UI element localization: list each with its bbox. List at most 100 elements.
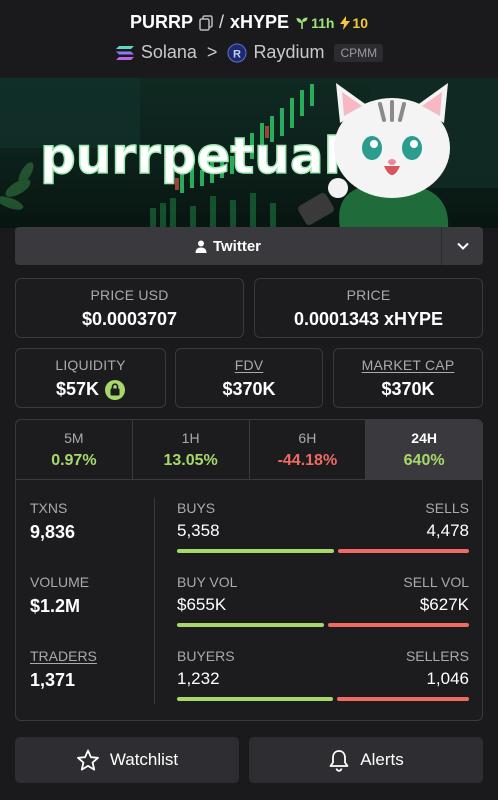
star-icon bbox=[76, 749, 99, 770]
liquidity-card: LIQUIDITY $57K bbox=[15, 348, 166, 408]
traders-label: TRADERS bbox=[30, 648, 97, 664]
price-usd-label: PRICE USD bbox=[90, 287, 169, 303]
txns-value: 9,836 bbox=[30, 522, 76, 542]
buys-sells-bar bbox=[177, 549, 469, 553]
alerts-label: Alerts bbox=[360, 750, 404, 769]
more-links-toggle[interactable] bbox=[441, 227, 483, 265]
twitter-label: Twitter bbox=[212, 237, 262, 255]
traders-bar bbox=[177, 697, 469, 701]
lightning-icon bbox=[340, 15, 351, 30]
svg-text:R: R bbox=[233, 48, 241, 60]
buyers-value: 1,232 bbox=[177, 669, 220, 688]
tab-5m-label: 5M bbox=[64, 430, 84, 446]
pair-header: PURRP / xHYPE 11h 10 Solana > R Raydium … bbox=[0, 0, 498, 78]
base-token-symbol: PURRP bbox=[130, 12, 194, 32]
sell-vol-label: SELL VOL bbox=[403, 574, 469, 590]
chevron-down-icon bbox=[456, 242, 469, 250]
buys-value: 5,358 bbox=[177, 521, 220, 540]
user-icon bbox=[195, 240, 207, 253]
trading-stats-panel: 5M 0.97% 1H 13.05% 6H -44.18% 24H 640% T… bbox=[15, 419, 483, 721]
pair-separator: / bbox=[219, 12, 225, 32]
liquidity-label: LIQUIDITY bbox=[55, 357, 126, 373]
bell-icon bbox=[329, 749, 349, 772]
tab-5m-change: 0.97% bbox=[51, 452, 97, 469]
dex-name[interactable]: Raydium bbox=[253, 42, 324, 63]
tab-24h-change: 640% bbox=[403, 452, 445, 469]
market-cap-card[interactable]: MARKET CAP $370K bbox=[333, 348, 483, 408]
boost-count: 10 bbox=[352, 14, 368, 31]
raydium-icon: R bbox=[227, 43, 247, 62]
timeframe-tabs: 5M 0.97% 1H 13.05% 6H -44.18% 24H 640% bbox=[16, 420, 482, 480]
liquidity-value-row: $57K bbox=[16, 379, 165, 400]
tab-6h-change: -44.18% bbox=[277, 452, 338, 469]
metrics-grid: TXNS 9,836 VOLUME $1.2M TRADERS 1,371 BU… bbox=[16, 480, 482, 720]
boost-badge[interactable]: 10 bbox=[340, 15, 368, 31]
buy-vol-bar bbox=[177, 623, 325, 627]
txns-block: TXNS 9,836 bbox=[30, 500, 155, 543]
watchlist-button[interactable]: Watchlist bbox=[15, 737, 239, 783]
market-cap-value: $370K bbox=[381, 379, 435, 399]
buyers-label: BUYERS bbox=[177, 648, 235, 664]
solana-icon bbox=[115, 45, 134, 60]
buys-label: BUYS bbox=[177, 500, 216, 516]
copy-icon[interactable] bbox=[199, 14, 213, 31]
price-native-label: PRICE bbox=[346, 287, 391, 303]
tab-6h[interactable]: 6H -44.18% bbox=[250, 420, 367, 479]
buys-bar bbox=[177, 549, 334, 553]
pool-type-badge: CPMM bbox=[334, 43, 384, 62]
buys-sells-block: BUYS SELLS 5,358 4,478 bbox=[177, 500, 469, 553]
market-cap-label: MARKET CAP bbox=[361, 357, 455, 373]
quote-token-symbol: xHYPE bbox=[230, 12, 290, 32]
tab-24h-label: 24H bbox=[411, 430, 437, 446]
sells-value: 4,478 bbox=[426, 521, 469, 540]
volume-label: VOLUME bbox=[30, 574, 90, 590]
tab-5m[interactable]: 5M 0.97% bbox=[16, 420, 133, 479]
volume-block: VOLUME $1.2M bbox=[30, 574, 155, 617]
pair-age-value: 11h bbox=[311, 14, 335, 31]
volume-value: $1.2M bbox=[30, 596, 81, 616]
tab-1h[interactable]: 1H 13.05% bbox=[133, 420, 250, 479]
chain-name[interactable]: Solana bbox=[141, 42, 197, 63]
sell-vol-value: $627K bbox=[419, 595, 469, 614]
buy-sell-volume-block: BUY VOL SELL VOL $655K $627K bbox=[177, 574, 469, 627]
tab-1h-change: 13.05% bbox=[163, 452, 218, 469]
chain-dex-row: Solana > R Raydium CPMM bbox=[0, 42, 498, 63]
social-links-bar: Twitter bbox=[15, 227, 483, 265]
buyers-bar bbox=[177, 697, 333, 701]
fdv-value: $370K bbox=[222, 379, 276, 399]
lock-icon[interactable] bbox=[105, 379, 126, 400]
token-banner: purrpetual bbox=[0, 78, 498, 228]
banner-logo-text: purrpetual bbox=[40, 127, 341, 185]
buy-vol-label: BUY VOL bbox=[177, 574, 238, 590]
twitter-button[interactable]: Twitter bbox=[15, 227, 441, 265]
price-native-card: PRICE 0.0001343 xHYPE bbox=[254, 278, 483, 338]
watchlist-label: Watchlist bbox=[109, 750, 179, 769]
tab-6h-label: 6H bbox=[298, 430, 317, 446]
price-usd-card: PRICE USD $0.0003707 bbox=[15, 278, 244, 338]
fdv-label: FDV bbox=[234, 357, 264, 373]
sells-bar bbox=[337, 549, 469, 553]
pair-age: 11h bbox=[295, 15, 334, 31]
liquidity-value: $57K bbox=[55, 379, 100, 399]
tab-24h[interactable]: 24H 640% bbox=[366, 420, 482, 479]
seedling-icon bbox=[296, 17, 308, 29]
traders-block[interactable]: TRADERS 1,371 bbox=[30, 648, 155, 691]
chevron-right-icon: > bbox=[206, 42, 218, 62]
banner-artwork: purrpetual bbox=[0, 78, 498, 228]
sells-label: SELLS bbox=[425, 500, 469, 516]
buy-vol-value: $655K bbox=[177, 595, 227, 614]
fdv-card[interactable]: FDV $370K bbox=[175, 348, 323, 408]
txns-label: TXNS bbox=[30, 500, 68, 516]
price-usd-value: $0.0003707 bbox=[81, 309, 178, 329]
sellers-bar bbox=[336, 697, 469, 701]
traders-value: 1,371 bbox=[30, 670, 76, 690]
volume-bar bbox=[177, 623, 469, 627]
tab-1h-label: 1H bbox=[181, 430, 200, 446]
alerts-button[interactable]: Alerts bbox=[249, 737, 483, 783]
pair-title-row: PURRP / xHYPE 11h 10 bbox=[0, 12, 498, 33]
sell-vol-bar bbox=[328, 623, 469, 627]
price-native-value: 0.0001343 xHYPE bbox=[293, 309, 444, 329]
sellers-value: 1,046 bbox=[426, 669, 469, 688]
buyers-sellers-block: BUYERS SELLERS 1,232 1,046 bbox=[177, 648, 469, 701]
sellers-label: SELLERS bbox=[405, 648, 469, 664]
